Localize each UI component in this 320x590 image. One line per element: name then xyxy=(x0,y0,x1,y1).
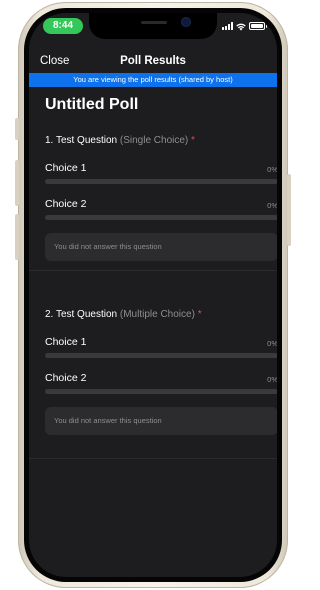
choice-label: Choice 1 xyxy=(45,162,87,174)
power-button xyxy=(287,174,291,246)
choice-percent: 0% xyxy=(267,375,277,384)
choice-result: Choice 1 0% xyxy=(45,336,277,368)
unanswered-note: You did not answer this question xyxy=(45,233,277,261)
signal-icon xyxy=(222,22,233,30)
unanswered-note: You did not answer this question xyxy=(45,407,277,435)
status-bar: 8:44 xyxy=(29,13,277,51)
shared-results-banner: You are viewing the poll results (shared… xyxy=(29,73,277,87)
required-marker: * xyxy=(197,309,202,320)
required-marker: * xyxy=(191,135,195,146)
earpiece-speaker xyxy=(141,21,167,24)
question-type: (Single Choice) xyxy=(119,135,189,146)
question-label: 2. Test Question (Multiple Choice) * xyxy=(45,309,202,320)
choice-result: Choice 2 0% xyxy=(45,198,277,230)
choice-progress-bar xyxy=(45,353,277,358)
status-icons xyxy=(222,20,267,32)
phone-screen: 8:44 Poll Results Close You are viewing … xyxy=(29,13,277,577)
nav-bar: Poll Results Close xyxy=(29,51,277,73)
question-divider xyxy=(29,458,277,459)
question-title: 1. Test Question xyxy=(45,135,118,146)
choice-percent: 0% xyxy=(267,201,277,210)
notch xyxy=(89,13,217,39)
volume-down-button xyxy=(15,214,19,260)
close-button[interactable]: Close xyxy=(40,55,69,67)
front-camera-icon xyxy=(182,18,190,26)
question-title: 2. Test Question xyxy=(45,309,118,320)
volume-up-button xyxy=(15,160,19,206)
question-label: 1. Test Question (Single Choice) * xyxy=(45,135,195,146)
choice-progress-bar xyxy=(45,389,277,394)
choice-progress-bar xyxy=(45,215,277,220)
choice-result: Choice 1 0% xyxy=(45,162,277,194)
question-divider xyxy=(29,270,277,271)
poll-title: Untitled Poll xyxy=(45,96,139,113)
choice-progress-bar xyxy=(45,179,277,184)
status-time: 8:44 xyxy=(43,18,83,34)
battery-icon xyxy=(249,22,267,30)
choice-percent: 0% xyxy=(267,165,277,174)
question-type: (Multiple Choice) xyxy=(119,309,195,320)
wifi-icon xyxy=(236,23,246,31)
choice-percent: 0% xyxy=(267,339,277,348)
choice-label: Choice 2 xyxy=(45,198,87,210)
mute-switch xyxy=(15,118,19,140)
choice-label: Choice 1 xyxy=(45,336,87,348)
choice-result: Choice 2 0% xyxy=(45,372,277,404)
choice-label: Choice 2 xyxy=(45,372,87,384)
